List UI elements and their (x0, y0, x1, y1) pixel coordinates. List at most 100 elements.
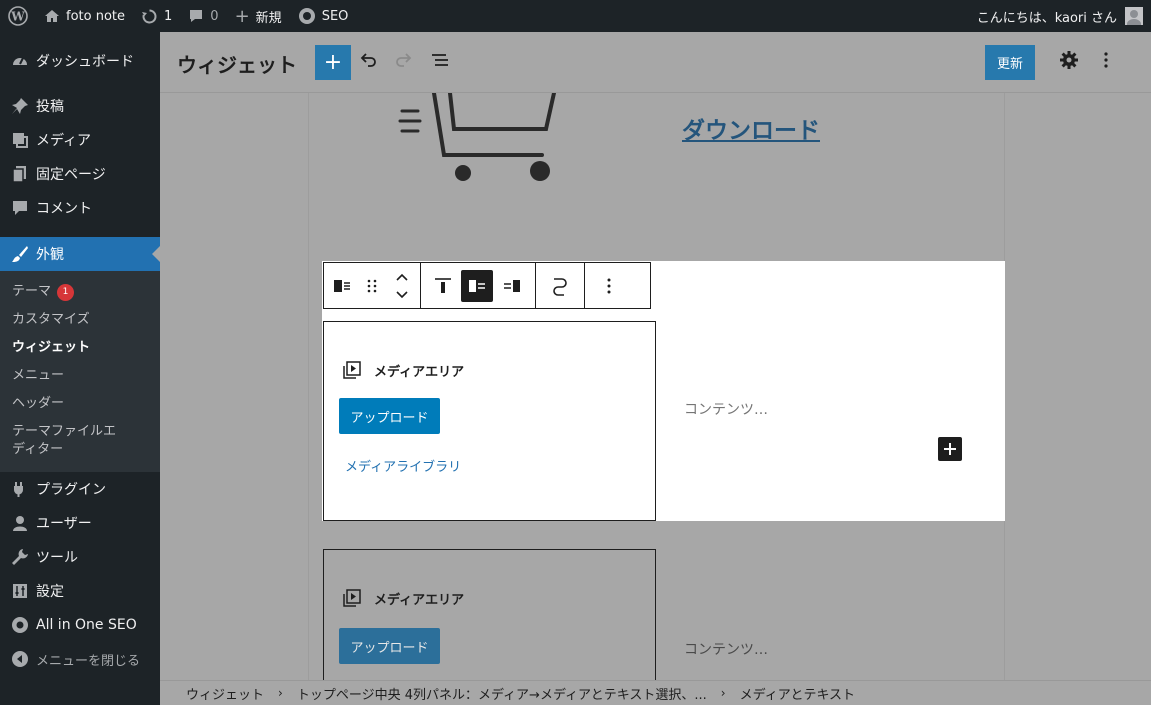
sidebar-item-label: All in One SEO (36, 617, 137, 633)
sidebar-item-label: 投稿 (36, 99, 64, 115)
seo-label: SEO (321, 8, 349, 24)
more-options-button[interactable] (1096, 50, 1116, 75)
brush-icon (10, 245, 30, 263)
new-label: 新規 (255, 10, 282, 26)
collapse-arrow-icon (10, 650, 30, 668)
media-gallery-icon (343, 361, 361, 379)
sidebar-item-appearance[interactable]: 外観 (0, 237, 160, 271)
block-inserter-button[interactable]: + (315, 45, 351, 80)
align-top-icon (435, 277, 451, 293)
drag-icon (367, 279, 377, 292)
media-left-button[interactable] (461, 269, 493, 302)
link-button[interactable] (542, 263, 578, 308)
update-icon (141, 8, 158, 25)
undo-icon (360, 53, 376, 67)
upload-button[interactable]: アップロード (339, 398, 440, 434)
sidebar-item-label: ユーザー (36, 516, 92, 532)
gear-icon (1060, 51, 1078, 69)
submenu-item-menus[interactable]: メニュー (0, 362, 160, 390)
sidebar-item-comments[interactable]: コメント (0, 191, 160, 225)
list-view-button[interactable] (430, 50, 450, 75)
sidebar-item-posts[interactable]: 投稿 (0, 89, 160, 123)
sidebar-item-label: 外観 (36, 247, 64, 263)
wordpress-logo[interactable]: W (0, 0, 36, 32)
media-library-button[interactable]: メディアライブラリ (345, 456, 461, 475)
home-icon (44, 8, 60, 24)
toolbar-group-alignment (421, 263, 536, 308)
wrench-icon (10, 548, 30, 566)
comments-link[interactable]: 0 (180, 0, 226, 32)
sidebar-item-dashboard[interactable]: ダッシュボード (0, 44, 160, 78)
submenu-item-label: ウィジェット (12, 340, 91, 355)
plugin-icon (10, 480, 30, 498)
avatar (1125, 7, 1143, 25)
sidebar-item-label: メディア (36, 133, 92, 149)
download-link[interactable]: ダウンロード (682, 111, 820, 145)
editor-header: ウィジェット + 更新 (160, 32, 1151, 93)
breadcrumb-item[interactable]: ウィジェット (186, 684, 264, 703)
content-placeholder[interactable]: コンテンツ… (684, 639, 768, 659)
settings-button[interactable] (1059, 50, 1079, 75)
plus-icon: + (234, 5, 250, 27)
upload-button[interactable]: アップロード (339, 628, 440, 664)
updates-link[interactable]: 1 (133, 0, 180, 32)
block-toolbar (323, 262, 651, 309)
media-placeholder: メディアエリア アップロード メディアライブラリ (323, 321, 656, 521)
sidebar-item-label: コメント (36, 201, 92, 217)
chevron-right-icon: › (278, 686, 283, 700)
content-placeholder[interactable]: コンテンツ… (684, 399, 768, 419)
sidebar-item-plugins[interactable]: プラグイン (0, 472, 160, 506)
new-content-link[interactable]: + 新規 (227, 0, 290, 32)
sidebar-item-users[interactable]: ユーザー (0, 506, 160, 540)
update-badge: 1 (57, 284, 75, 301)
sidebar-item-media[interactable]: メディア (0, 123, 160, 157)
seo-gear-icon (298, 7, 316, 25)
submenu-item-label: テーマファイルエディター (12, 424, 117, 457)
sidebar-item-pages[interactable]: 固定ページ (0, 157, 160, 191)
submenu-item-label: ヘッダー (12, 396, 65, 411)
sidebar-item-aioseo[interactable]: All in One SEO (0, 608, 160, 642)
block-type-button[interactable] (324, 263, 360, 308)
submenu-item-theme-editor[interactable]: テーマファイルエディター (0, 418, 140, 464)
vertical-align-button[interactable] (427, 263, 459, 308)
media-right-button[interactable] (495, 263, 529, 308)
toolbar-group-link (536, 263, 585, 308)
submenu-item-widgets[interactable]: ウィジェット (0, 334, 160, 362)
site-name-link[interactable]: foto note (36, 0, 133, 32)
submenu-item-customize[interactable]: カスタマイズ (0, 306, 160, 334)
block-options-button[interactable] (591, 263, 627, 308)
redo-button[interactable] (394, 50, 414, 75)
media-right-icon (504, 279, 520, 292)
seo-link[interactable]: SEO (290, 0, 357, 32)
media-text-icon (334, 279, 350, 292)
sidebar-item-label: プラグイン (36, 482, 106, 498)
submenu-item-themes[interactable]: テーマ 1 (0, 278, 160, 306)
breadcrumb-item[interactable]: メディアとテキスト (740, 684, 855, 703)
sidebar-item-label: 設定 (36, 584, 64, 600)
sidebar-item-settings[interactable]: 設定 (0, 574, 160, 608)
chevron-right-icon: › (720, 686, 726, 700)
cart-illustration (398, 93, 556, 181)
breadcrumb-item[interactable]: トップページ中央 4列パネル：メディア→メディアとテキスト選択、... (297, 684, 707, 703)
collapse-menu-button[interactable]: メニューを閉じる (0, 642, 160, 676)
submenu-item-header[interactable]: ヘッダー (0, 390, 160, 418)
account-menu[interactable]: こんにちは、kaori さん (977, 0, 1143, 32)
update-button[interactable]: 更新 (985, 45, 1035, 80)
comment-bubble-icon (188, 8, 204, 24)
undo-button[interactable] (358, 50, 378, 75)
media-area-title: メディアエリア (342, 360, 464, 380)
move-up-down-button[interactable] (384, 263, 420, 308)
page-title: ウィジェット (177, 53, 297, 77)
site-name: foto note (66, 8, 126, 24)
sidebar-item-tools[interactable]: ツール (0, 540, 160, 574)
dashboard-icon (10, 52, 30, 70)
add-block-button[interactable] (938, 437, 962, 461)
submenu-item-label: カスタマイズ (12, 312, 90, 327)
toolbar-group-more (585, 263, 633, 308)
sidebar-item-label: 固定ページ (36, 167, 106, 183)
chevron-up-down-icon (396, 273, 408, 298)
media-left-icon (469, 279, 485, 292)
admin-bar: W foto note 1 0 + 新規 SEO こんにちは、kaori さん (0, 0, 1151, 32)
drag-handle[interactable] (360, 263, 384, 308)
media-area-label: メディアエリア (374, 364, 465, 380)
